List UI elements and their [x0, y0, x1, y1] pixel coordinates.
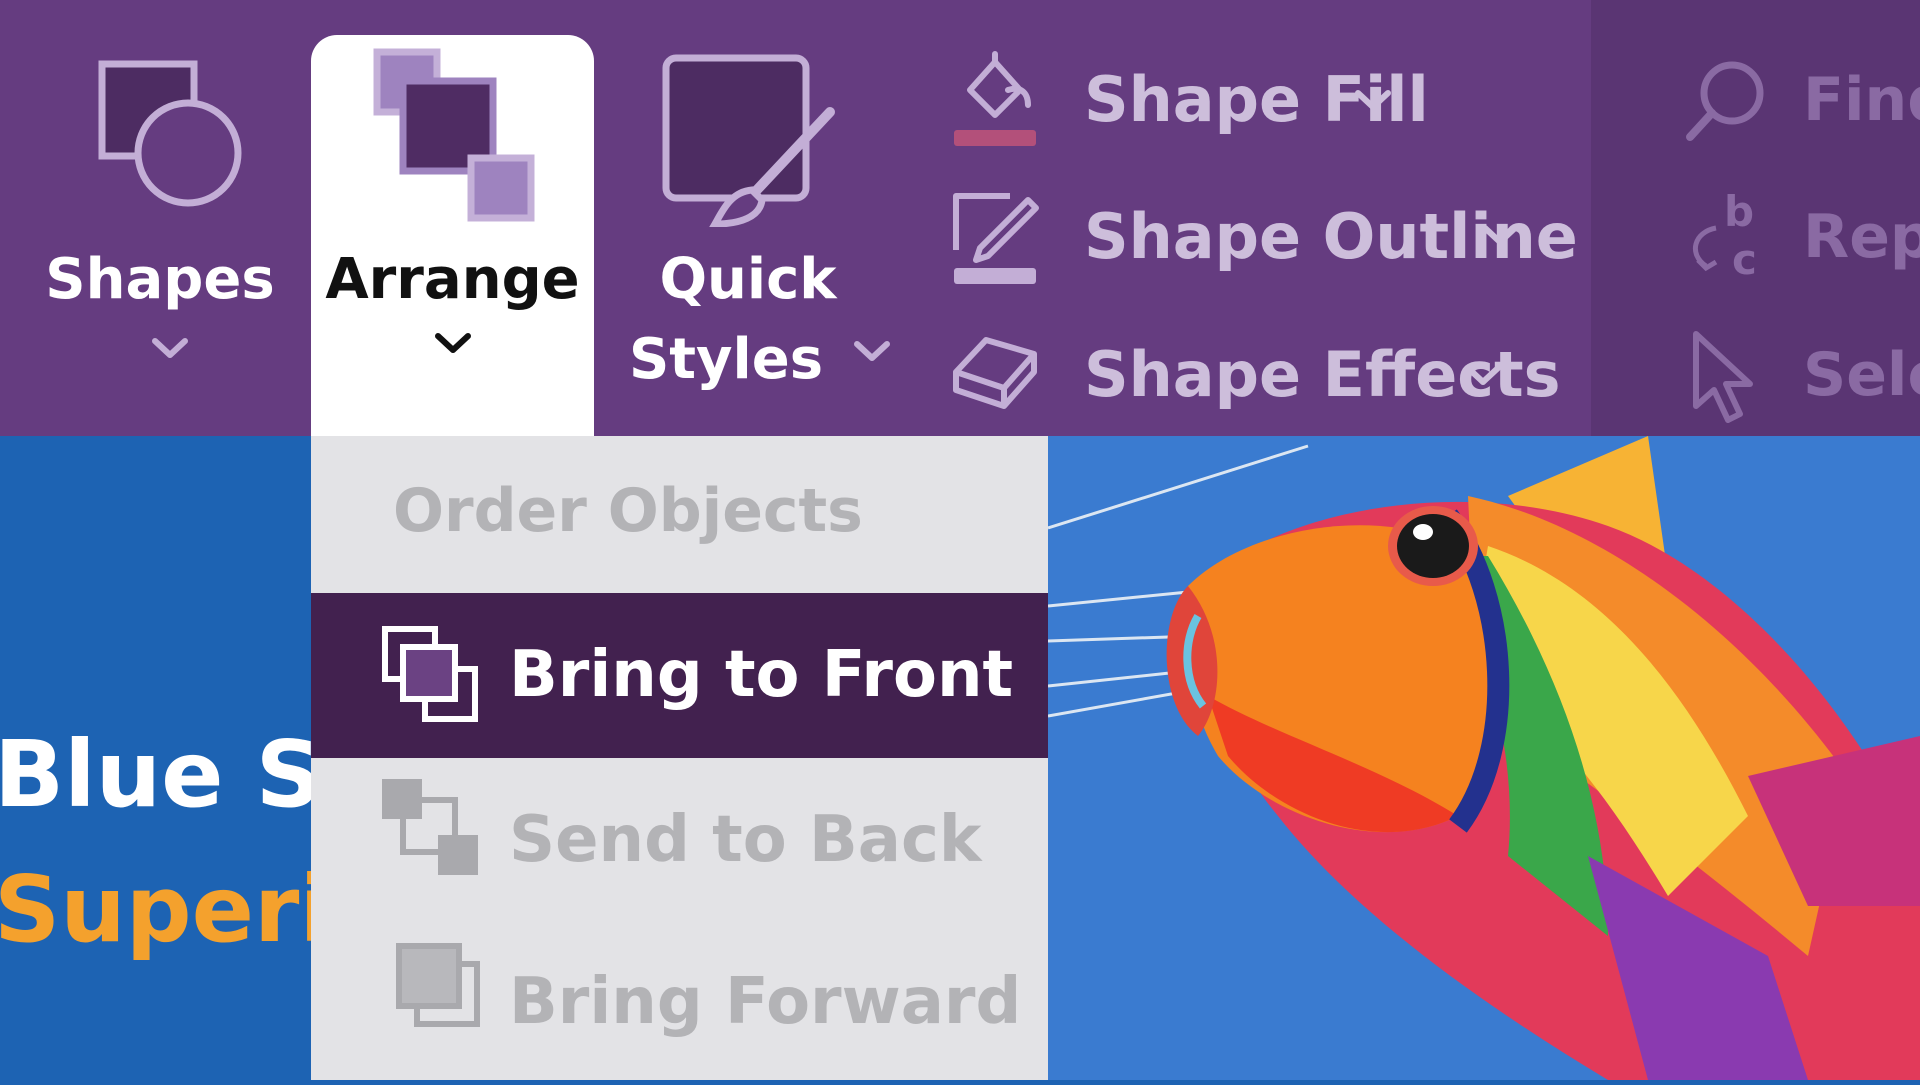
menu-item-send-to-back[interactable]: Send to Back: [311, 758, 1048, 923]
chevron-down-icon: [854, 341, 890, 361]
slide-title: Blue S: [0, 721, 311, 828]
menu-item-label: Send to Back: [509, 803, 982, 877]
arrange-dropdown-menu: Order Objects Bring to Front Send to Bac…: [311, 436, 1048, 1080]
arrange-label: Arrange: [325, 247, 580, 312]
select-label: Sele: [1803, 340, 1920, 410]
bring-to-front-icon: [382, 626, 478, 722]
quick-styles-icon: [662, 54, 835, 227]
find-label: Find: [1803, 65, 1920, 135]
quick-styles-label-line1: Quick: [659, 247, 837, 312]
shape-effects-icon: [953, 337, 1037, 409]
find-button[interactable]: Find: [1666, 45, 1920, 155]
menu-item-label: Bring Forward: [509, 965, 1022, 1039]
shape-outline-icon: [953, 193, 1039, 284]
quick-styles-button[interactable]: Quick Styles: [620, 0, 900, 436]
menu-item-label: Bring to Front: [509, 638, 1014, 712]
bring-forward-icon: [396, 943, 480, 1027]
arrange-button[interactable]: Arrange: [311, 0, 594, 436]
select-icon: [1693, 331, 1753, 423]
order-objects-header: Order Objects: [393, 476, 863, 546]
shape-outline-button[interactable]: Shape Outline: [950, 182, 1578, 292]
chevron-down-icon: [435, 333, 471, 353]
chevron-down-icon: [1482, 225, 1518, 245]
shape-fill-icon: [954, 51, 1036, 146]
slide-photo-fish-kite: [1048, 436, 1920, 1080]
chevron-down-icon: [1355, 90, 1391, 110]
send-to-back-icon: [382, 779, 478, 875]
shape-effects-button[interactable]: Shape Effects: [950, 320, 1570, 430]
shapes-icon: [98, 60, 242, 207]
arrange-icon: [373, 48, 535, 222]
select-button[interactable]: Sele: [1666, 320, 1920, 430]
chevron-down-icon: [1465, 365, 1501, 385]
menu-item-bring-to-front[interactable]: Bring to Front: [311, 593, 1048, 758]
replace-icon: b c: [1693, 188, 1757, 284]
quick-styles-label-line2: Styles: [628, 327, 824, 392]
shapes-label: Shapes: [45, 247, 275, 312]
svg-text:b: b: [1724, 188, 1754, 236]
shape-fill-button[interactable]: Shape Fill: [950, 45, 1550, 155]
svg-text:c: c: [1732, 235, 1757, 284]
slide-canvas: Blue S Superi: [0, 436, 311, 1080]
find-icon: [1686, 61, 1764, 141]
replace-button[interactable]: b c Repl: [1666, 182, 1920, 292]
menu-item-bring-forward[interactable]: Bring Forward: [311, 920, 1048, 1085]
shapes-button[interactable]: Shapes: [40, 0, 280, 436]
replace-label: Repl: [1803, 202, 1920, 272]
chevron-down-icon: [152, 338, 188, 358]
slide-subtitle: Superi: [0, 856, 311, 963]
